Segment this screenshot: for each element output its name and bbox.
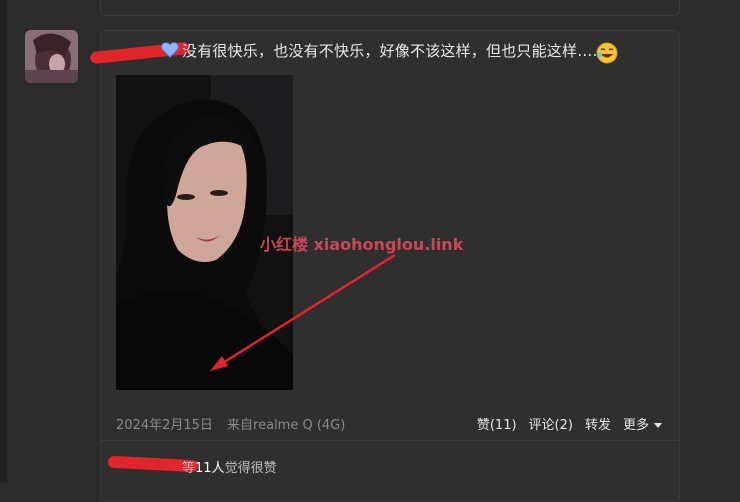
left-edge-strip <box>0 0 7 483</box>
like-button[interactable]: 赞(11) <box>477 414 517 433</box>
likes-prefix: 等 <box>182 461 196 476</box>
more-label: 更多 <box>622 418 649 433</box>
more-button[interactable]: 更多 <box>623 414 662 433</box>
post-source: 来自realme Q (4G) <box>227 418 346 433</box>
likes-count[interactable]: 11人 <box>195 461 225 476</box>
post-actions: 赞(11) 评论(2) 转发 更多 <box>477 414 662 433</box>
laughing-emoji-icon <box>596 42 618 64</box>
watermark-text: 小红楼 xiaohonglou.link <box>260 235 464 254</box>
heart-emoji-icon <box>161 42 179 58</box>
previous-post-card <box>100 0 680 16</box>
post-date: 2024年2月15日 <box>116 418 213 433</box>
chevron-down-icon <box>654 423 662 428</box>
likes-summary: 等11人觉得很赞 <box>182 457 277 476</box>
repost-button[interactable]: 转发 <box>585 414 611 433</box>
post-text: 没有很快乐，也没有不快乐，好像不该这样，但也只能这样…… <box>182 42 608 60</box>
avatar[interactable] <box>25 30 78 83</box>
likes-suffix: 觉得很赞 <box>224 461 277 476</box>
avatar-image <box>25 30 78 83</box>
comment-button[interactable]: 评论(2) <box>529 414 573 433</box>
post-meta: 2024年2月15日 来自realme Q (4G) <box>116 414 355 433</box>
divider <box>100 440 680 441</box>
